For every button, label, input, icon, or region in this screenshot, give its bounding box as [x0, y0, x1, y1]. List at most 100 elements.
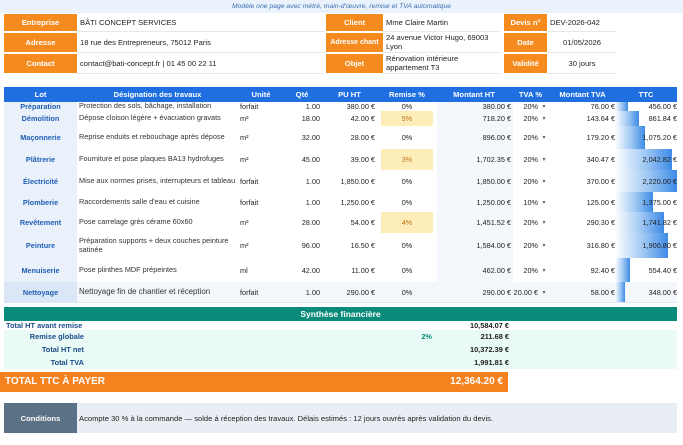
unite-cell[interactable]: m²: [240, 212, 270, 233]
pu-cell[interactable]: 1,850.00 €: [322, 170, 376, 192]
montant-tva-cell[interactable]: 370.00 €: [550, 170, 619, 192]
montant-ht-cell[interactable]: 1,584.00 €: [437, 233, 513, 258]
montant-ht-cell[interactable]: 380.00 €: [437, 102, 513, 111]
tva-dropdown-icon[interactable]: ▾: [539, 282, 549, 302]
montant-ht-cell[interactable]: 1,702.35 €: [437, 149, 513, 170]
pu-cell[interactable]: 16.50 €: [322, 233, 375, 258]
tva-cell[interactable]: 20%: [512, 126, 538, 149]
qte-cell[interactable]: 32.00: [284, 126, 320, 149]
designation-cell[interactable]: Raccordements salle d'eau et cuisine: [78, 192, 238, 212]
montant-tva-cell[interactable]: 143.64 €: [550, 111, 619, 126]
unite-cell[interactable]: m²: [240, 111, 270, 126]
qte-cell[interactable]: 1.00: [284, 282, 320, 302]
remise-cell[interactable]: 0%: [381, 282, 433, 302]
tva-dropdown-icon[interactable]: ▾: [539, 126, 549, 149]
pu-cell[interactable]: 1,250.00 €: [322, 192, 376, 212]
tva-cell[interactable]: 20%: [512, 149, 538, 170]
adresse-value[interactable]: 18 rue des Entrepreneurs, 75012 Paris: [77, 33, 325, 53]
qte-cell[interactable]: 1.00: [284, 170, 320, 192]
designation-cell[interactable]: Fourniture et pose plaques BA13 hydrofug…: [78, 149, 238, 170]
montant-ht-cell[interactable]: 718.20 €: [437, 111, 513, 126]
montant-tva-cell[interactable]: 58.00 €: [550, 282, 619, 302]
tva-cell[interactable]: 20%: [512, 111, 538, 126]
qte-cell[interactable]: 96.00: [284, 233, 320, 258]
pu-cell[interactable]: 28.00 €: [322, 126, 375, 149]
unite-cell[interactable]: m²: [240, 233, 270, 258]
montant-ht-cell[interactable]: 462.00 €: [437, 258, 513, 282]
designation-cell[interactable]: Protection des sols, bâchage, installati…: [78, 102, 238, 111]
remise-cell[interactable]: 0%: [381, 126, 433, 149]
devis-value[interactable]: DEV-2026-042: [547, 14, 617, 32]
tva-cell[interactable]: 20%: [512, 102, 538, 111]
designation-cell[interactable]: Dépose cloison légère + évacuation grava…: [78, 111, 238, 126]
client-value[interactable]: Mme Claire Martin: [383, 14, 500, 32]
montant-ht-cell[interactable]: 290.00 €: [437, 282, 513, 302]
remise-cell[interactable]: 5%: [381, 111, 433, 126]
remise-cell[interactable]: 0%: [381, 258, 433, 282]
tva-dropdown-icon[interactable]: ▾: [539, 212, 549, 233]
objet-value[interactable]: Rénovation intérieure appartement T3: [383, 54, 500, 74]
qte-cell[interactable]: 45.00: [284, 149, 320, 170]
designation-cell[interactable]: Pose plinthes MDF prépeintes: [78, 258, 238, 282]
conditions-text[interactable]: Acompte 30 % à la commande — solde à réc…: [77, 403, 677, 433]
designation-cell[interactable]: Nettoyage fin de chantier et réception: [78, 282, 238, 302]
montant-tva-cell[interactable]: 316.80 €: [550, 233, 619, 258]
tva-dropdown-icon[interactable]: ▾: [539, 102, 549, 111]
entreprise-value[interactable]: BÂTI CONCEPT SERVICES: [77, 14, 325, 32]
montant-ht-cell[interactable]: 896.00 €: [437, 126, 513, 149]
remise-cell[interactable]: 4%: [381, 212, 433, 233]
tva-dropdown-icon[interactable]: ▾: [539, 111, 549, 126]
pu-cell[interactable]: 11.00 €: [322, 258, 375, 282]
qte-cell[interactable]: 28.00: [284, 212, 320, 233]
remise-globale-pct[interactable]: 2%: [384, 330, 434, 343]
tva-dropdown-icon[interactable]: ▾: [539, 170, 549, 192]
qte-cell[interactable]: 1.00: [284, 192, 320, 212]
pu-cell[interactable]: 380.00 €: [322, 102, 375, 111]
montant-tva-cell[interactable]: 179.20 €: [550, 126, 619, 149]
designation-cell[interactable]: Reprise enduits et rebouchage après dépo…: [78, 126, 238, 149]
tva-dropdown-icon[interactable]: ▾: [539, 149, 549, 170]
unite-cell[interactable]: forfait: [240, 170, 270, 192]
remise-cell[interactable]: 0%: [381, 102, 433, 111]
unite-cell[interactable]: m²: [240, 149, 270, 170]
tva-cell[interactable]: 10%: [512, 192, 538, 212]
designation-cell[interactable]: Pose carrelage grès cérame 60x60: [78, 212, 238, 233]
montant-tva-cell[interactable]: 76.00 €: [550, 102, 619, 111]
adresse-chantier-value[interactable]: 24 avenue Victor Hugo, 69003 Lyon: [383, 33, 500, 53]
remise-cell[interactable]: 3%: [381, 149, 433, 170]
unite-cell[interactable]: ml: [240, 258, 270, 282]
tva-dropdown-icon[interactable]: ▾: [539, 233, 549, 258]
qte-cell[interactable]: 18.00: [284, 111, 320, 126]
tva-dropdown-icon[interactable]: ▾: [539, 258, 549, 282]
designation-cell[interactable]: Mise aux normes prises, interrupteurs et…: [78, 170, 238, 192]
montant-ht-cell[interactable]: 1,250.00 €: [437, 192, 513, 212]
date-value[interactable]: 01/05/2026: [547, 33, 617, 53]
montant-tva-cell[interactable]: 290.30 €: [550, 212, 619, 233]
tva-cell[interactable]: 20%: [512, 170, 538, 192]
pu-cell[interactable]: 290.00 €: [322, 282, 375, 302]
qte-cell[interactable]: 1.00: [284, 102, 320, 111]
remise-cell[interactable]: 0%: [381, 170, 433, 192]
montant-tva-cell[interactable]: 92.40 €: [550, 258, 619, 282]
pu-cell[interactable]: 42.00 €: [322, 111, 375, 126]
unite-cell[interactable]: m²: [240, 126, 270, 149]
remise-cell[interactable]: 0%: [381, 192, 433, 212]
designation-cell[interactable]: Préparation supports + deux couches pein…: [78, 233, 238, 258]
montant-ht-cell[interactable]: 1,451.52 €: [437, 212, 513, 233]
tva-dropdown-icon[interactable]: ▾: [539, 192, 549, 212]
unite-cell[interactable]: forfait: [240, 192, 270, 212]
qte-cell[interactable]: 42.00: [284, 258, 320, 282]
tva-cell[interactable]: 20%: [512, 258, 538, 282]
tva-cell[interactable]: 20.00 €: [512, 282, 538, 302]
montant-ht-cell[interactable]: 1,850.00 €: [437, 170, 513, 192]
pu-cell[interactable]: 39.00 €: [322, 149, 375, 170]
montant-tva-cell[interactable]: 340.47 €: [550, 149, 619, 170]
contact-value[interactable]: contact@bati-concept.fr | 01 45 00 22 11: [77, 54, 325, 74]
tva-cell[interactable]: 20%: [512, 212, 538, 233]
montant-tva-cell[interactable]: 125.00 €: [550, 192, 619, 212]
remise-cell[interactable]: 0%: [381, 233, 433, 258]
unite-cell[interactable]: forfait: [240, 282, 270, 302]
validite-value[interactable]: 30 jours: [547, 54, 617, 74]
pu-cell[interactable]: 54.00 €: [322, 212, 375, 233]
tva-cell[interactable]: 20%: [512, 233, 538, 258]
